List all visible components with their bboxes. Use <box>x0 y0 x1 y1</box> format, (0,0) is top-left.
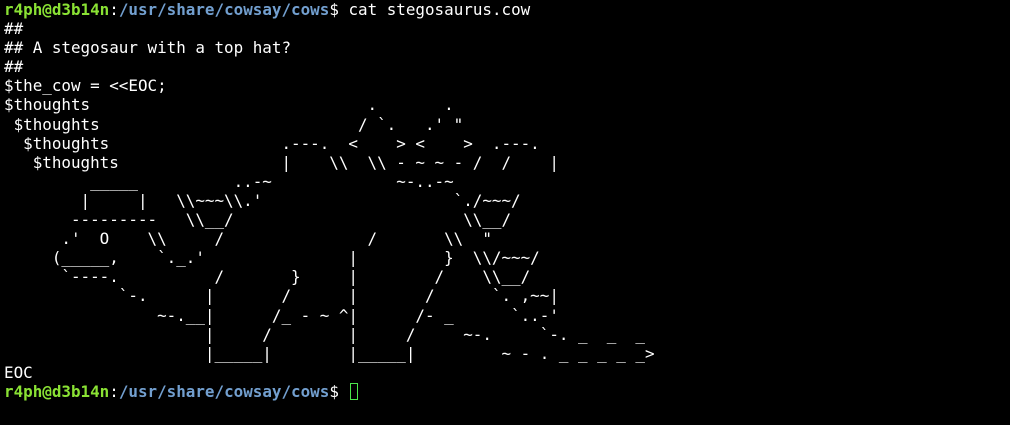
prompt-symbol: $ <box>329 0 339 19</box>
output-line: ## <box>4 57 24 77</box>
prompt-path: /usr/share/cowsay/cows <box>118 0 330 19</box>
command-input[interactable] <box>339 382 349 401</box>
output-line: | / | / ~-. `-. _ _ _ <box>4 324 645 344</box>
prompt-user-host: r4ph@d3b14n <box>4 0 110 19</box>
output-line: $thoughts . . <box>4 95 454 115</box>
output-line: .' O \\ / / \\ " <box>4 229 492 249</box>
output-line: `----. / } | / \\__/ <box>4 267 531 287</box>
output-line: $thoughts | \\ \\ - ~ ~ - / / | <box>4 152 559 172</box>
output-line: | | \\~~~\\.' `./~~~/ <box>4 190 521 210</box>
output-line: EOC <box>4 362 33 382</box>
command-text: cat stegosaurus.cow <box>338 0 531 19</box>
output-line: $thoughts / `. .' " <box>4 114 464 134</box>
prompt-symbol: $ <box>329 381 339 401</box>
output-line: ## <box>4 19 24 39</box>
text-cursor <box>350 382 359 400</box>
prompt-path: /usr/share/cowsay/cows <box>118 381 330 401</box>
output-line: |_____| |_____| ~ - . _ _ _ _ _> <box>4 343 655 363</box>
prompt-separator: : <box>109 381 119 401</box>
output-line: $the_cow = <<EOC; <box>4 76 167 96</box>
output-line: `-. | / | / `. ,~~| <box>4 286 559 306</box>
prompt-separator: : <box>109 0 119 19</box>
command-line: r4ph@d3b14n:/usr/share/cowsay/cows$ cat … <box>4 0 1010 19</box>
output-line: _____ ..-~ ~-..-~ <box>4 171 454 191</box>
terminal-window[interactable]: r4ph@d3b14n:/usr/share/cowsay/cows$ cat … <box>0 0 1010 425</box>
output-line: (_____, `._.' | } \\/~~~/ <box>4 248 540 268</box>
output-line: --------- \\__/ \\__/ <box>4 210 512 230</box>
input-line[interactable]: r4ph@d3b14n:/usr/share/cowsay/cows$ <box>4 382 1010 401</box>
output-line: ~-.__| /_ - ~ ^| /- _ `..-' <box>4 305 559 325</box>
output-line: ## A stegosaur with a top hat? <box>4 38 292 58</box>
output-line: $thoughts .---. < > < > .---. <box>4 133 540 153</box>
prompt-user-host: r4ph@d3b14n <box>4 381 110 401</box>
